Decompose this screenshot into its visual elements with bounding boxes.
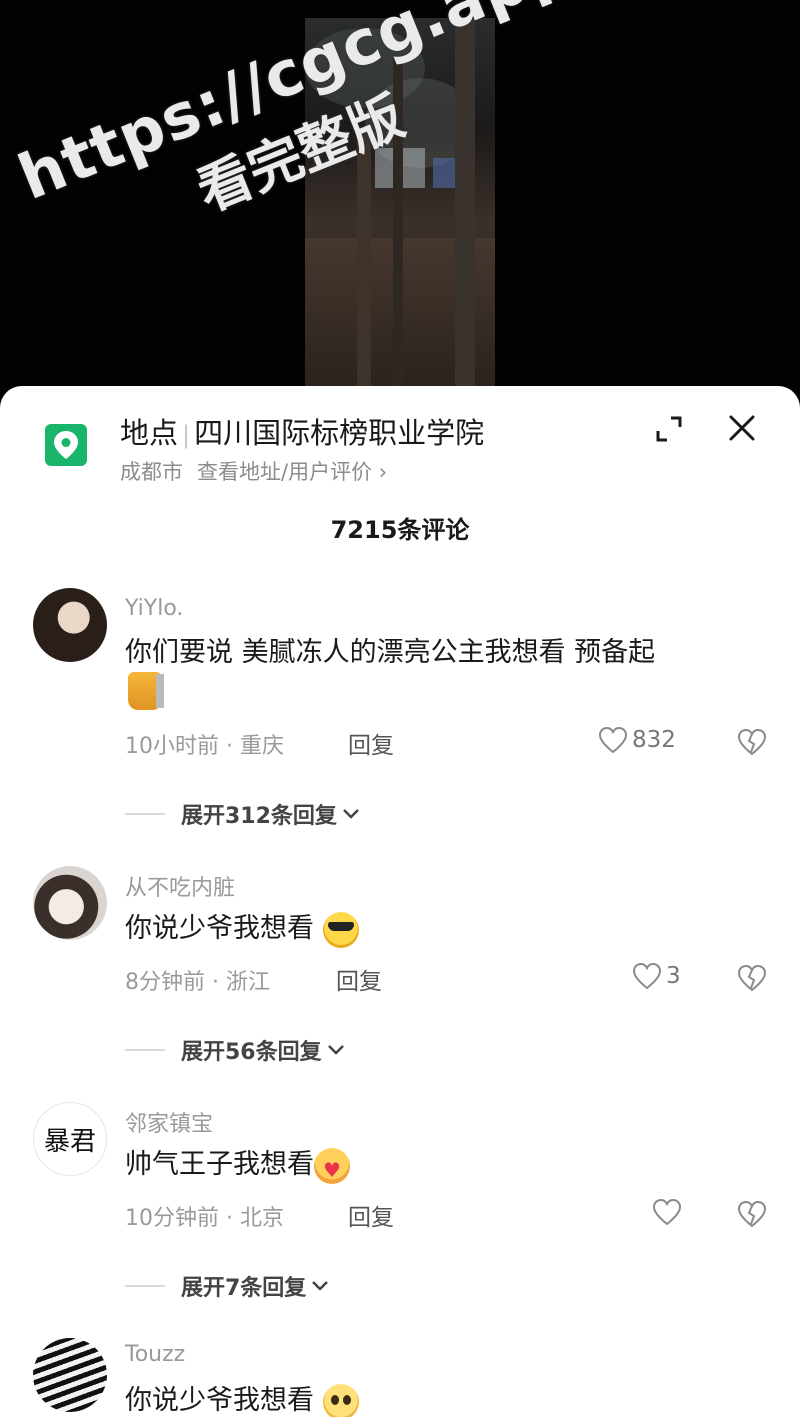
comment-username[interactable]: 从不吃内脏 bbox=[125, 870, 235, 902]
comments-sheet: 地点 | 四川国际标榜职业学院 成都市 查看地址/用户评价 › 7215条评论 YiY… bbox=[0, 386, 800, 1417]
broken-heart-icon[interactable] bbox=[737, 1200, 767, 1228]
heart-icon bbox=[652, 1198, 682, 1226]
expand-replies-label: 展开7条回复 bbox=[181, 1276, 307, 1301]
like-count: 3 bbox=[666, 963, 681, 989]
comments-count-title: 7215条评论 bbox=[330, 516, 470, 544]
video-player[interactable]: https://cgcg.app 看完整版 bbox=[0, 0, 800, 400]
chevron-down-icon bbox=[312, 1281, 329, 1291]
comment-text: 你说少爷我想看 bbox=[125, 1378, 359, 1417]
avatar[interactable] bbox=[33, 1338, 107, 1412]
like-button[interactable]: 3 bbox=[632, 962, 681, 990]
location-city: 成都市 bbox=[120, 460, 183, 484]
comment-text-body: 帅气王子我想看 bbox=[125, 1149, 314, 1180]
chevron-down-icon bbox=[327, 1045, 344, 1055]
location-name: 四川国际标榜职业学院 bbox=[194, 416, 485, 450]
heart-hug-emoji-icon bbox=[314, 1147, 350, 1184]
comment-text: 帅气王子我想看 bbox=[125, 1142, 350, 1184]
comment-meta: 10小时前 · 重庆 bbox=[125, 734, 284, 759]
like-button[interactable] bbox=[652, 1198, 686, 1226]
chevron-down-icon bbox=[343, 809, 359, 819]
heart-icon bbox=[598, 726, 628, 754]
location-label: 地点 bbox=[120, 416, 179, 450]
location-title[interactable]: 地点 | 四川国际标榜职业学院 bbox=[120, 410, 484, 452]
cat-sticker bbox=[128, 672, 164, 714]
map-pin-icon bbox=[45, 424, 87, 466]
expand-replies-label: 展开312条回复 bbox=[181, 804, 337, 829]
like-button[interactable]: 832 bbox=[598, 726, 676, 754]
avatar[interactable]: 暴君 bbox=[33, 1102, 107, 1176]
expand-icon[interactable] bbox=[652, 412, 686, 446]
pleading-emoji-icon bbox=[322, 1383, 359, 1417]
avatar-text: 暴君 bbox=[43, 1126, 96, 1157]
like-count: 832 bbox=[632, 727, 676, 753]
cool-emoji-icon bbox=[322, 911, 359, 948]
comment-username[interactable]: 邻家镇宝 bbox=[125, 1106, 213, 1138]
comment-text-body: 你们要说 美腻冻人的漂亮公主我想看 预备起 bbox=[125, 637, 656, 668]
broken-heart-icon[interactable] bbox=[737, 964, 767, 992]
expand-replies-button[interactable]: 展开312条回复 bbox=[125, 798, 361, 830]
comment-meta: 10分钟前 · 北京 bbox=[125, 1206, 284, 1231]
comment-username[interactable]: YiYlo. bbox=[125, 596, 183, 621]
close-icon[interactable] bbox=[724, 410, 760, 446]
location-header[interactable]: 地点 | 四川国际标榜职业学院 成都市 查看地址/用户评价 › bbox=[0, 386, 800, 496]
expand-replies-label: 展开56条回复 bbox=[181, 1040, 322, 1065]
reply-button[interactable]: 回复 bbox=[348, 726, 394, 760]
comment-text: 你说少爷我想看 bbox=[125, 906, 359, 948]
reply-button[interactable]: 回复 bbox=[348, 1198, 394, 1232]
avatar[interactable] bbox=[33, 588, 107, 662]
expand-replies-button[interactable]: 展开56条回复 bbox=[125, 1034, 346, 1066]
comment-username[interactable]: Touzz bbox=[125, 1342, 185, 1367]
heart-icon bbox=[632, 962, 662, 990]
reply-button[interactable]: 回复 bbox=[336, 962, 382, 996]
avatar[interactable] bbox=[33, 866, 107, 940]
broken-heart-icon[interactable] bbox=[737, 728, 767, 756]
expand-replies-button[interactable]: 展开7条回复 bbox=[125, 1270, 330, 1302]
location-link[interactable]: 查看地址/用户评价 › bbox=[197, 460, 387, 484]
comment-text-body: 你说少爷我想看 bbox=[125, 1385, 314, 1416]
comment-text-body: 你说少爷我想看 bbox=[125, 913, 314, 944]
comment-meta: 8分钟前 · 浙江 bbox=[125, 970, 270, 995]
location-subtitle[interactable]: 成都市 查看地址/用户评价 › bbox=[120, 456, 387, 486]
comment-text: 你们要说 美腻冻人的漂亮公主我想看 预备起 bbox=[125, 630, 655, 669]
